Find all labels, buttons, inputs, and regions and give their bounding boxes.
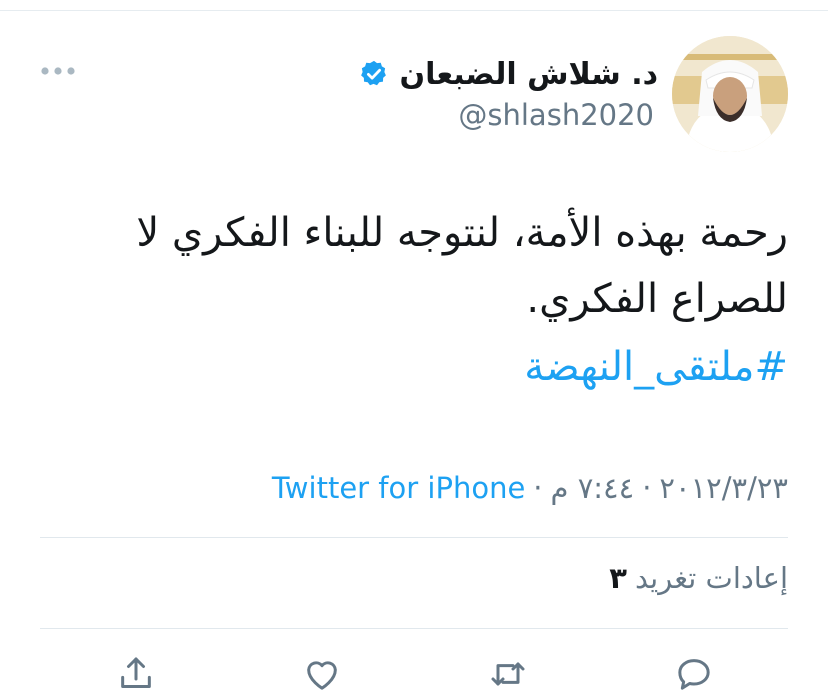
retweets-stat[interactable]: ٣ إعادات تغريد <box>609 556 788 600</box>
verified-badge-icon <box>361 60 387 86</box>
author-name-row[interactable]: د. شلاش الضبعان <box>359 52 658 96</box>
top-divider <box>0 10 828 11</box>
more-options-icon[interactable] <box>40 64 76 78</box>
tweet-source-link[interactable]: Twitter for iPhone <box>272 471 525 505</box>
retweets-count: ٣ <box>609 561 627 595</box>
share-icon <box>121 657 151 688</box>
divider <box>40 537 788 538</box>
avatar-portrait <box>672 36 788 152</box>
like-icon <box>307 661 337 690</box>
divider <box>40 628 788 629</box>
like-button[interactable] <box>300 652 344 696</box>
avatar[interactable] <box>672 36 788 152</box>
reply-button[interactable] <box>672 652 716 696</box>
display-name[interactable]: د. شلاش الضبعان <box>399 57 658 92</box>
tweet-text: رحمة بهذه الأمة، لنتوجه للبناء الفكري لا… <box>136 210 788 322</box>
tweet-metadata: ٢٠١٢/٣/٢٣ · ٧:٤٤ م · Twitter for iPhone <box>272 466 788 510</box>
retweets-label: إعادات تغريد <box>634 561 788 595</box>
reply-icon <box>678 659 710 690</box>
author-handle[interactable]: @shlash2020 <box>458 98 654 132</box>
share-button[interactable] <box>114 652 158 696</box>
tweet-time: ٧:٤٤ م <box>550 471 635 505</box>
meta-separator: · <box>533 471 543 505</box>
tweet-date: ٢٠١٢/٣/٢٣ <box>659 471 788 505</box>
retweet-icon <box>491 662 525 686</box>
hashtag-link[interactable]: #ملتقى_النهضة <box>524 344 788 390</box>
retweet-button[interactable] <box>486 652 530 696</box>
meta-separator: · <box>642 471 652 505</box>
